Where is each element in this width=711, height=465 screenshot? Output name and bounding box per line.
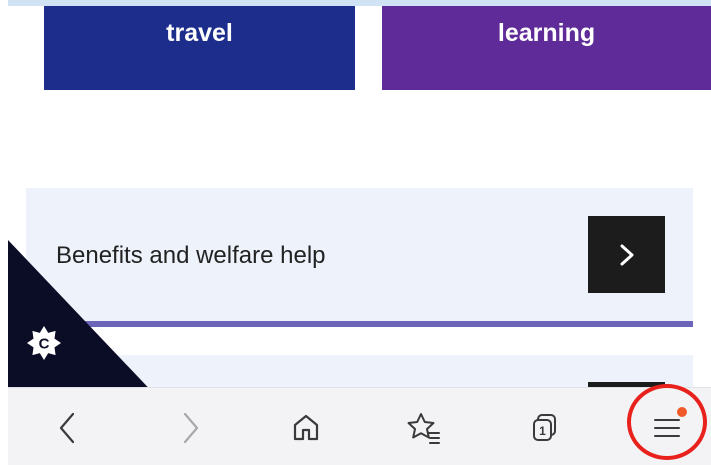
- tile-travel-label: travel: [166, 19, 233, 47]
- consent-corner-badge[interactable]: C: [0, 240, 160, 400]
- browser-toolbar: 1: [0, 387, 711, 465]
- corner-triangle: C: [8, 240, 160, 400]
- tile-learning[interactable]: learning: [382, 0, 711, 90]
- back-icon: [59, 412, 75, 444]
- tile-travel[interactable]: travel: [44, 0, 355, 90]
- forward-button[interactable]: [160, 398, 220, 458]
- browser-screen: travel learning Benefits and welfare hel…: [0, 0, 711, 465]
- favorites-button[interactable]: [393, 398, 453, 458]
- forward-icon: [183, 412, 199, 444]
- chevron-right-icon: [620, 244, 633, 265]
- home-button[interactable]: [276, 398, 336, 458]
- tabs-icon: 1: [533, 414, 556, 441]
- top-strip: [0, 0, 711, 6]
- favorites-icon: [407, 413, 440, 444]
- benefits-arrow-button[interactable]: [588, 216, 665, 293]
- left-edge: [0, 0, 8, 465]
- menu-highlight-ring: [627, 384, 707, 460]
- tab-count: 1: [539, 424, 546, 438]
- badge-letter: C: [39, 336, 50, 353]
- tabs-button[interactable]: 1: [515, 398, 575, 458]
- back-button[interactable]: [38, 398, 98, 458]
- home-icon: [293, 414, 319, 441]
- tile-learning-label: learning: [497, 19, 596, 47]
